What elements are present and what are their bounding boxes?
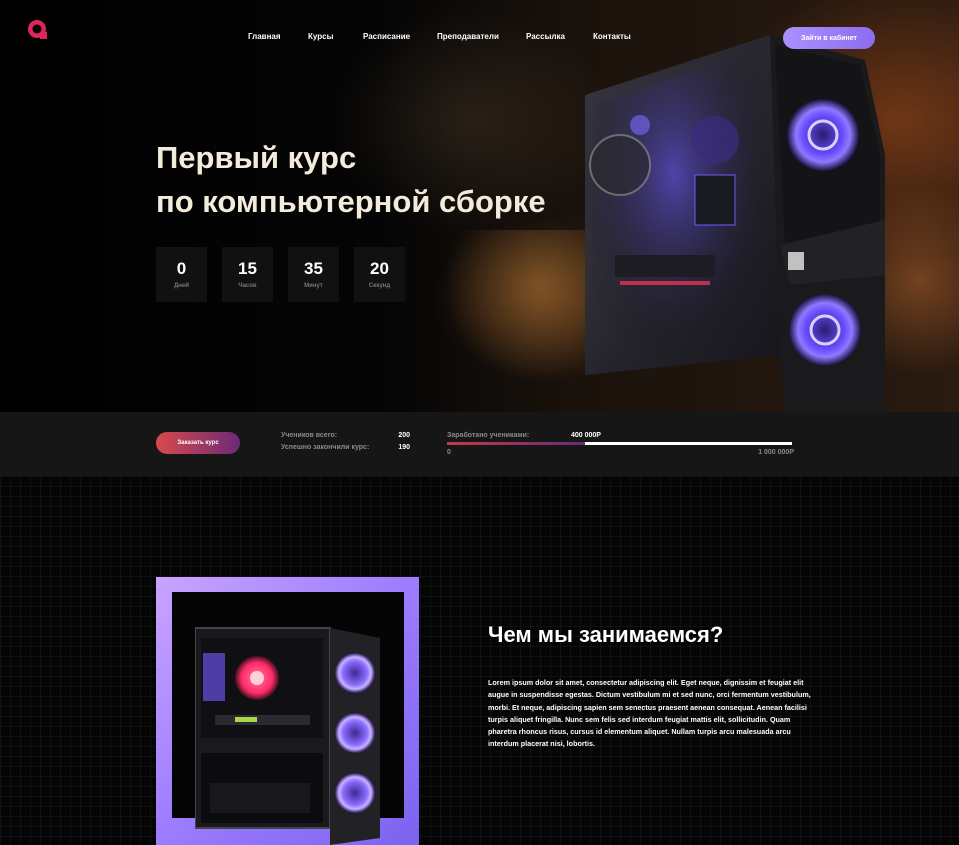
timer-value: 15 — [238, 259, 257, 278]
pc-case-image — [585, 35, 885, 412]
stats-bar: Заказать курс Учеников всего: 200 Успешн… — [0, 412, 959, 476]
timer-value: 20 — [370, 259, 389, 278]
about-section-background — [0, 476, 959, 845]
nav-item-courses[interactable]: Курсы — [308, 32, 333, 41]
timer-hours: 15 Часов — [222, 247, 273, 302]
earned-value: 400 000Р — [571, 432, 601, 439]
progress-max-label: 1 000 000Р — [758, 449, 794, 456]
timer-days: 0 Дней — [156, 247, 207, 302]
about-title: Чем мы занимаемся? — [488, 622, 724, 647]
timer-minutes: 35 Минут — [288, 247, 339, 302]
nav-item-schedule[interactable]: Расписание — [363, 32, 410, 41]
hero-title: Первый курс по компьютерной сборке — [156, 136, 546, 224]
students-total-label: Учеников всего: — [281, 432, 338, 439]
about-text: Lorem ipsum dolor sit amet, consectetur … — [488, 678, 811, 749]
timer-label: Минут — [304, 283, 323, 289]
cabinet-button[interactable]: Зайти в кабинет — [783, 27, 875, 49]
nav-item-teachers[interactable]: Преподаватели — [437, 32, 499, 41]
earned-label: Заработано учениками: — [447, 432, 530, 439]
timer-value: 0 — [176, 259, 187, 278]
logo-icon[interactable] — [27, 18, 49, 40]
hero-title-line2: по компьютерной сборке — [156, 184, 546, 219]
progress-min-label: 0 — [447, 449, 451, 456]
order-course-button[interactable]: Заказать курс — [156, 432, 240, 454]
timer-value: 35 — [304, 259, 323, 278]
timer-label: Часов — [238, 283, 257, 289]
graduated-value: 190 — [398, 444, 410, 451]
graduated-label: Успешно закончили курс: — [281, 444, 370, 451]
hero-section: Главная Курсы Расписание Преподаватели Р… — [0, 0, 959, 412]
hero-title-line1: Первый курс — [156, 140, 357, 175]
countdown-timer: 0 Дней 15 Часов 35 Минут 20 Секунд — [156, 247, 405, 302]
nav-item-home[interactable]: Главная — [248, 32, 281, 41]
timer-label: Секунд — [368, 283, 391, 289]
pc-case-photo — [195, 627, 380, 845]
timer-seconds: 20 Секунд — [354, 247, 405, 302]
earned-progress-fill — [447, 442, 585, 445]
nav-item-contacts[interactable]: Контакты — [593, 32, 631, 41]
earned-progress-bar — [447, 442, 792, 445]
students-total-value: 200 — [398, 432, 410, 439]
timer-label: Дней — [174, 283, 189, 289]
nav-item-newsletter[interactable]: Рассылка — [526, 32, 565, 41]
